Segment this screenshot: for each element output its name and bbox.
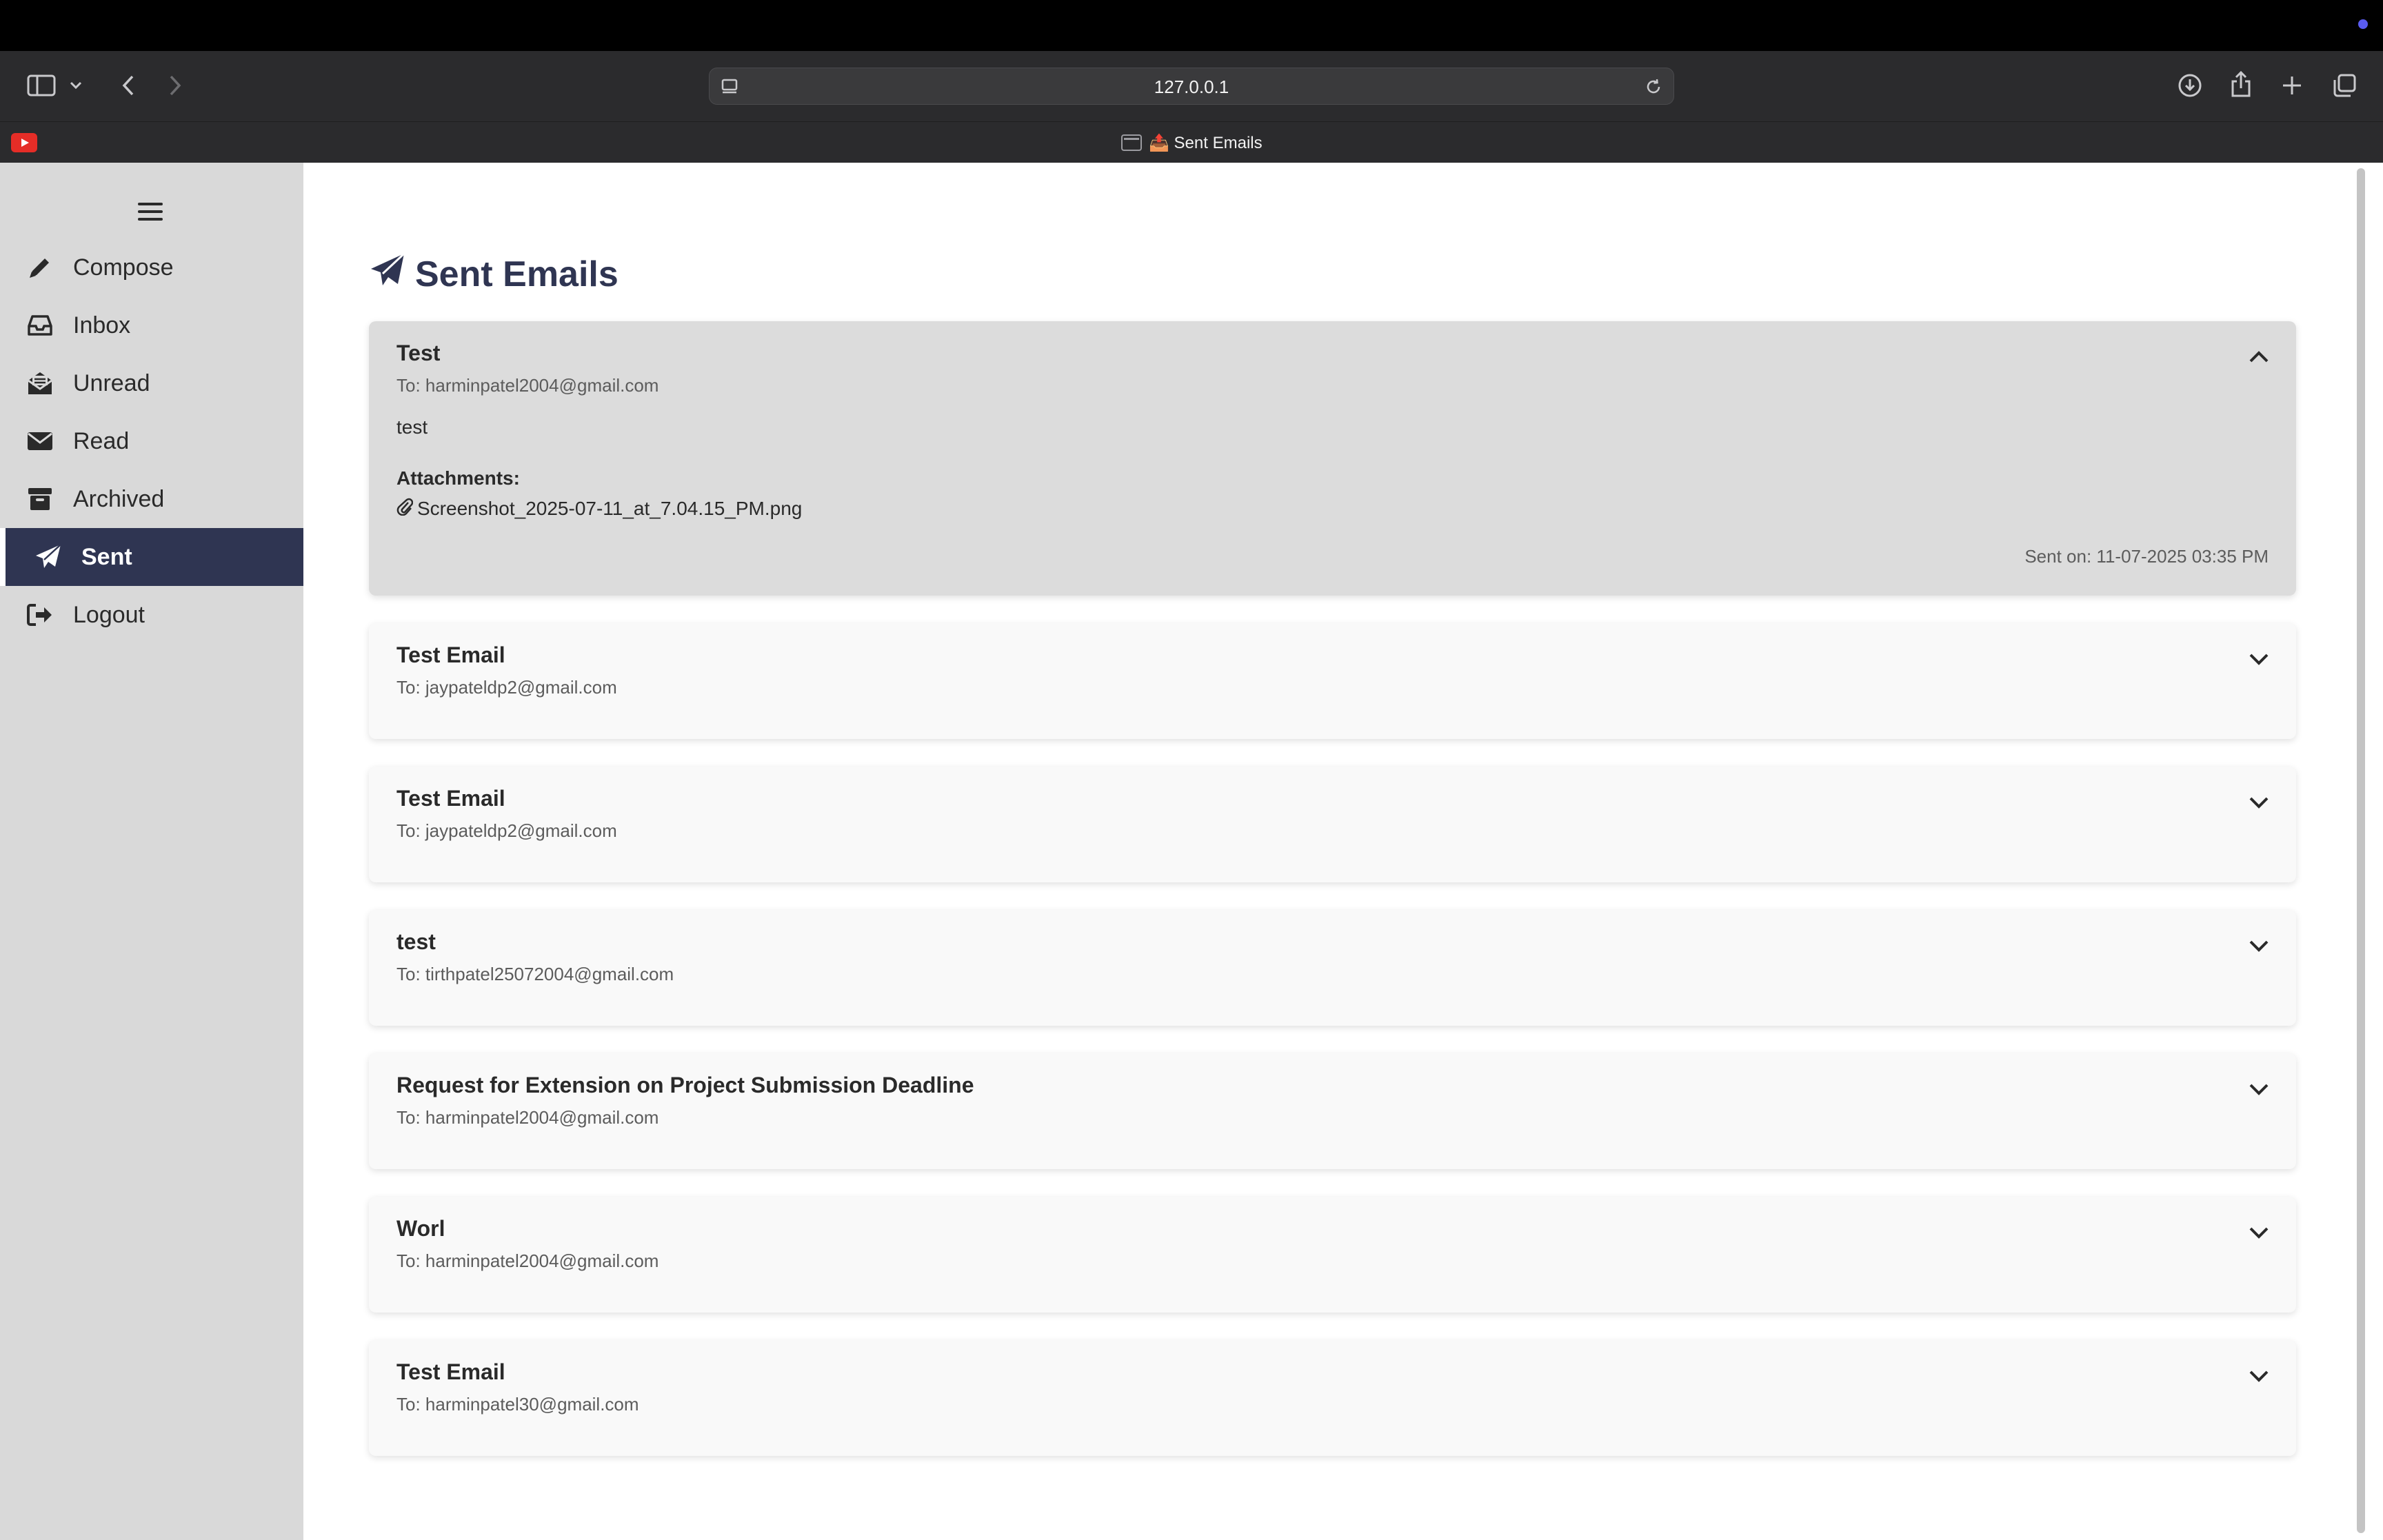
email-item-expanded[interactable]: Test To: harminpatel2004@gmail.com test … — [369, 321, 2296, 596]
email-item[interactable]: Test Email To: jaypateldp2@gmail.com — [369, 623, 2296, 739]
email-body: test — [396, 416, 428, 438]
chevron-down-icon[interactable] — [2246, 790, 2271, 815]
web-page: Compose Inbox Unread Read Archived Sent … — [0, 163, 2383, 1540]
attachment-filename: Screenshot_2025-07-11_at_7.04.15_PM.png — [417, 497, 803, 519]
main-content: Sent Emails Test To: harminpatel2004@gma… — [303, 163, 2369, 1540]
sidebar-nav: Compose Inbox Unread Read Archived Sent … — [0, 239, 303, 644]
email-item[interactable]: Worl To: harminpatel2004@gmail.com — [369, 1197, 2296, 1313]
email-recipient: To: harminpatel30@gmail.com — [396, 1394, 639, 1415]
tab-title-text: 📤 Sent Emails — [1149, 133, 1263, 152]
tab-bar: 📤 Sent Emails — [0, 121, 2383, 163]
paper-plane-icon — [33, 542, 63, 572]
email-subject: test — [396, 929, 436, 954]
email-item[interactable]: Test Email To: jaypateldp2@gmail.com — [369, 767, 2296, 882]
tab-overview-icon[interactable] — [2331, 72, 2358, 99]
sidebar-item-label: Logout — [73, 601, 145, 628]
chevron-down-icon[interactable] — [2246, 647, 2271, 671]
download-icon[interactable] — [2176, 72, 2204, 99]
youtube-pinned-tab-icon[interactable] — [11, 133, 37, 152]
envelope-icon — [25, 426, 55, 456]
page-title: Sent Emails — [370, 252, 619, 296]
sidebar-item-inbox[interactable]: Inbox — [0, 296, 303, 354]
reload-icon[interactable] — [1643, 77, 1664, 97]
page-title-text: Sent Emails — [415, 254, 619, 294]
forward-icon[interactable] — [163, 73, 188, 98]
email-recipient: To: harminpatel2004@gmail.com — [396, 375, 659, 396]
sidebar: Compose Inbox Unread Read Archived Sent … — [0, 163, 303, 1540]
sidebar-item-label: Compose — [73, 254, 174, 281]
sidebar-toggle-icon[interactable] — [26, 73, 57, 98]
sidebar-item-label: Read — [73, 427, 130, 454]
tab-sent-emails[interactable]: 📤 Sent Emails — [1121, 132, 1263, 154]
inbox-icon — [25, 310, 55, 341]
paper-plane-icon — [370, 252, 405, 296]
sidebar-item-label: Inbox — [73, 312, 131, 338]
paperclip-icon — [396, 496, 414, 520]
email-subject: Test Email — [396, 1359, 505, 1384]
sidebar-item-sent[interactable]: Sent — [0, 528, 303, 586]
browser-toolbar: 127.0.0.1 — [0, 51, 2383, 121]
email-subject: Test — [396, 341, 441, 365]
email-recipient: To: harminpatel2004@gmail.com — [396, 1250, 659, 1271]
sidebar-item-compose[interactable]: Compose — [0, 239, 303, 296]
chevron-up-icon[interactable] — [2246, 345, 2271, 369]
menu-toggle-icon[interactable] — [138, 203, 163, 223]
email-recipient: To: tirthpatel25072004@gmail.com — [396, 964, 674, 984]
new-tab-icon[interactable] — [2278, 72, 2306, 99]
tab-favicon-icon — [1121, 134, 1142, 151]
sidebar-item-unread[interactable]: Unread — [0, 354, 303, 412]
logout-icon — [25, 600, 55, 630]
attachments-label: Attachments: — [396, 467, 520, 489]
sidebar-item-read[interactable]: Read — [0, 412, 303, 470]
share-icon[interactable] — [2227, 69, 2255, 99]
pencil-icon — [25, 252, 55, 283]
sidebar-item-label: Sent — [81, 543, 132, 570]
chevron-down-icon[interactable] — [2246, 933, 2271, 958]
address-bar[interactable]: 127.0.0.1 — [709, 68, 1674, 105]
email-subject: Request for Extension on Project Submiss… — [396, 1073, 974, 1097]
chevron-down-icon[interactable] — [2246, 1220, 2271, 1245]
sent-timestamp: Sent on: 11-07-2025 03:35 PM — [2024, 546, 2269, 567]
sidebar-item-logout[interactable]: Logout — [0, 586, 303, 644]
attachment-link[interactable]: Screenshot_2025-07-11_at_7.04.15_PM.png — [396, 496, 802, 520]
sidebar-item-archived[interactable]: Archived — [0, 470, 303, 528]
email-recipient: To: jaypateldp2@gmail.com — [396, 677, 617, 698]
email-subject: Test Email — [396, 642, 505, 667]
envelope-open-icon — [25, 368, 55, 398]
chevron-down-icon[interactable] — [2246, 1364, 2271, 1388]
sidebar-item-label: Archived — [73, 485, 165, 512]
url-text: 127.0.0.1 — [1154, 77, 1229, 97]
back-icon[interactable] — [116, 73, 141, 98]
system-menu-bar — [0, 0, 2383, 51]
sidebar-item-label: Unread — [73, 369, 150, 396]
email-recipient: To: harminpatel2004@gmail.com — [396, 1107, 659, 1128]
scrollbar[interactable] — [2357, 168, 2365, 1533]
email-subject: Test Email — [396, 786, 505, 811]
email-item[interactable]: test To: tirthpatel25072004@gmail.com — [369, 910, 2296, 1026]
chevron-down-icon[interactable] — [2246, 1077, 2271, 1102]
archive-icon — [25, 484, 55, 514]
email-subject: Worl — [396, 1216, 445, 1241]
email-recipient: To: jaypateldp2@gmail.com — [396, 820, 617, 841]
email-item[interactable]: Test Email To: harminpatel30@gmail.com — [369, 1340, 2296, 1456]
chevron-down-icon[interactable] — [68, 77, 84, 94]
email-item[interactable]: Request for Extension on Project Submiss… — [369, 1053, 2296, 1169]
status-dot-icon — [2358, 19, 2368, 29]
